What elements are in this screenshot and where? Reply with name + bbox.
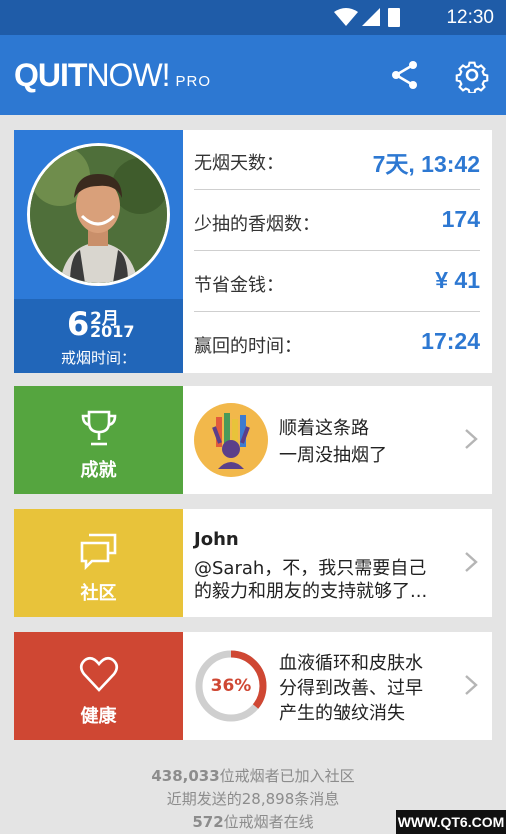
status-icons [334,8,400,27]
stat-value: 7天, 13:42 [372,151,480,177]
community-tile: 社区 [14,509,183,617]
messages-count: 28,898 [241,790,295,808]
health-tile: 健康 [14,632,183,740]
stat-value: 17:24 [421,328,480,354]
quit-date-day: 6 [67,305,90,343]
stat-label: 节省金钱： [194,275,284,296]
chevron-right-icon [465,552,478,572]
status-bar: 12:30 [0,0,506,35]
online-text: 位戒烟者在线 [223,813,314,831]
heart-icon [79,656,119,692]
share-icon[interactable] [389,59,421,91]
quit-date-label: 戒烟时间： [60,349,136,367]
chevron-right-icon [465,675,478,695]
signal-icon [362,8,380,26]
achievements-card[interactable]: 成就 顺着这条路 一周没抽烟了 [14,386,492,494]
battery-icon [388,8,400,27]
health-card[interactable]: 健康 36% 血液循环和皮肤水 分得到改善、过早 产生的皱纹消失 [14,632,492,740]
achievement-title: 顺着这条路 [279,418,369,439]
health-message: 血液循环和皮肤水 分得到改善、过早 产生的皱纹消失 [279,653,423,724]
stat-label: 赢回的时间： [194,336,302,357]
logo-quit: QUIT [14,57,87,93]
achievements-tile: 成就 [14,386,183,494]
community-label: 社区 [80,583,117,604]
settings-gear-icon[interactable] [454,57,490,93]
achievements-label: 成就 [80,460,117,481]
online-count: 572 [192,813,224,831]
members-count: 438,033 [151,767,220,785]
chat-bubbles-icon [80,533,117,571]
footer-line-members: 438,033位戒烟者已加入社区 [0,765,506,788]
clock: 12:30 [446,7,494,28]
trophy-icon [81,410,117,446]
achievement-badge [194,403,268,477]
quit-date: 6 2月 2017 戒烟时间： [14,299,183,373]
health-label: 健康 [80,706,117,727]
profile-panel: 6 2月 2017 戒烟时间： [14,130,183,373]
members-text: 位戒烟者已加入社区 [219,767,355,785]
app-bar: QUITNOW! PRO [0,35,506,115]
progress-card: 6 2月 2017 戒烟时间： 无烟天数： 7天, 13:42 少抽的香烟数： … [14,130,492,373]
quit-date-year: 2017 [90,322,135,341]
avatar[interactable] [27,143,170,286]
wifi-icon [334,8,358,26]
stat-row-money-saved: 节省金钱： ¥ 41 [194,252,480,312]
logo-now: NOW! [86,57,170,93]
stat-value: ¥ 41 [435,267,480,293]
stat-row-time-won: 赢回的时间： 17:24 [194,313,480,373]
app-logo: QUITNOW! PRO [14,57,211,94]
footer-line-messages: 近期发送的28,898条消息 [0,788,506,811]
stat-value: 174 [441,206,480,232]
stat-row-smoke-free-days: 无烟天数： 7天, 13:42 [194,130,480,190]
logo-pro: PRO [175,73,212,90]
chevron-right-icon [465,429,478,449]
message-author: John [194,529,239,550]
community-card[interactable]: 社区 John @Sarah，不，我只需要自己 的毅力和朋友的支持就够了... [14,509,492,617]
watermark: WWW.QT6.COM [396,810,506,834]
achievement-subtitle: 一周没抽烟了 [279,445,387,466]
stat-row-cigarettes-avoided: 少抽的香烟数： 174 [194,191,480,251]
messages-prefix: 近期发送的 [166,790,242,808]
messages-text: 条消息 [294,790,340,808]
stat-label: 无烟天数： [194,153,284,174]
message-preview: @Sarah，不，我只需要自己 的毅力和朋友的支持就够了... [194,558,428,602]
health-percent: 36% [210,676,252,696]
stat-label: 少抽的香烟数： [194,214,320,235]
